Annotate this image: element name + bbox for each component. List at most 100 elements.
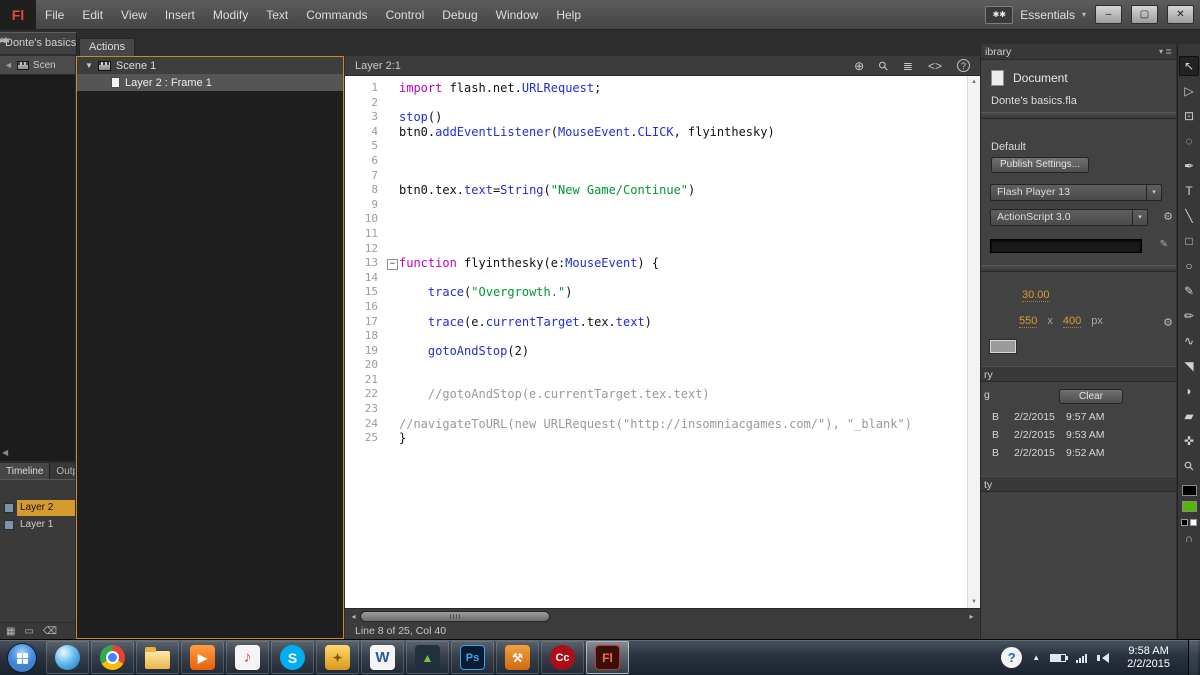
vertical-scrollbar[interactable]: ▲ ▼ — [967, 76, 980, 608]
code-line[interactable]: 9 — [345, 198, 967, 213]
snap-to-objects-icon[interactable]: ∩ — [1185, 533, 1193, 545]
volume-icon[interactable] — [1097, 652, 1110, 663]
code-line[interactable]: 3 stop() — [345, 110, 967, 125]
code-line[interactable]: 24 //navigateToURL(new URLRequest("http:/… — [345, 417, 967, 432]
new-folder-icon[interactable]: ▭ — [24, 626, 33, 637]
stage-width-value[interactable]: 550 — [1019, 315, 1038, 328]
insert-target-path-icon[interactable]: ⊕ — [854, 59, 864, 73]
code-line[interactable]: 5 — [345, 139, 967, 154]
new-layer-icon[interactable]: ▦ — [6, 626, 15, 637]
menu-file[interactable]: File — [36, 0, 73, 30]
pen-tool-icon[interactable]: ✒ — [1179, 156, 1199, 176]
taskbar-photo-viewer[interactable]: ▲ — [406, 641, 449, 674]
code-line[interactable]: 14 — [345, 271, 967, 286]
show-desktop-button[interactable] — [1188, 639, 1198, 675]
code-editor[interactable]: 1 import flash.net.URLRequest; 2 3 stop() 4 bt… — [345, 76, 980, 608]
scene-breadcrumb[interactable]: Scen — [33, 60, 56, 71]
fold-collapse-icon[interactable] — [385, 256, 399, 271]
zoom-tool-icon[interactable]: ⚲ — [1175, 452, 1200, 480]
code-line[interactable]: 2 — [345, 96, 967, 111]
code-line[interactable]: 4 btn0.addEventListener(MouseEvent.CLICK,… — [345, 125, 967, 140]
tree-item-frame[interactable]: Layer 2 : Frame 1 — [77, 74, 343, 91]
actions-panel-tab[interactable]: Actions — [79, 38, 136, 56]
brush-tool-icon[interactable]: ✏ — [1179, 306, 1199, 326]
taskbar-media-player[interactable]: ▶ — [181, 641, 224, 674]
code-line[interactable]: 10 — [345, 212, 967, 227]
taskbar-notes-app[interactable]: ✦ — [316, 641, 359, 674]
menu-modify[interactable]: Modify — [204, 0, 257, 30]
size-settings-icon[interactable]: ⚙ — [1163, 316, 1173, 329]
network-signal-icon[interactable] — [1076, 653, 1088, 663]
battery-icon[interactable] — [1050, 653, 1069, 662]
code-snippets-icon[interactable]: <> — [928, 59, 942, 73]
history-panel-tab[interactable]: ry — [981, 366, 1176, 382]
menu-view[interactable]: View — [112, 0, 156, 30]
taskbar-photoshop[interactable]: Ps — [451, 641, 494, 674]
code-line[interactable]: 21 — [345, 373, 967, 388]
publish-settings-button[interactable]: Publish Settings... — [991, 157, 1089, 173]
scroll-up-icon[interactable]: ▲ — [968, 79, 980, 85]
timeline-tab-outp[interactable]: Outp — [50, 463, 75, 479]
code-line[interactable]: 25} — [345, 431, 967, 446]
expand-dock-icon[interactable]: ▸▸ — [0, 35, 9, 46]
rectangle-tool-icon[interactable]: □ — [1179, 231, 1199, 251]
subselection-tool-icon[interactable]: ▷ — [1179, 81, 1199, 101]
stage-height-value[interactable]: 400 — [1062, 315, 1082, 328]
taskbar-internet-browser[interactable] — [46, 641, 89, 674]
workspace-switcher[interactable]: Essentials — [1020, 8, 1075, 22]
code-line[interactable]: 13 function flyinthesky(e:MouseEvent) { — [345, 256, 967, 271]
text-tool-icon[interactable]: T — [1179, 181, 1199, 201]
taskbar-skype[interactable]: S — [271, 641, 314, 674]
document-tab[interactable]: Donte's basics — [0, 32, 77, 54]
scroll-left-icon[interactable]: ◂ — [347, 612, 360, 621]
fps-value[interactable]: 30.00 — [1022, 289, 1050, 302]
back-arrow-icon[interactable]: ◄ — [4, 60, 13, 70]
close-button[interactable]: ✕ — [1167, 5, 1194, 24]
timeline-tab-timeline[interactable]: Timeline — [0, 463, 51, 479]
menu-window[interactable]: Window — [487, 0, 548, 30]
disclosure-triangle-icon[interactable]: ▼ — [85, 61, 93, 70]
pencil-tool-icon[interactable]: ✎ — [1179, 281, 1199, 301]
taskbar-itunes[interactable]: ♪ — [226, 641, 269, 674]
menu-help[interactable]: Help — [547, 0, 590, 30]
workspace-icon[interactable]: ✱✱ — [985, 5, 1014, 24]
minimize-button[interactable]: – — [1095, 5, 1122, 24]
taskbar-creative-cloud[interactable]: Cc — [541, 641, 584, 674]
actionscript-version-select[interactable]: ActionScript 3.0 ▾ — [990, 209, 1148, 226]
horizontal-scrollbar[interactable]: ◂ ▸ — [345, 608, 980, 623]
code-line[interactable]: 16 — [345, 300, 967, 315]
taskbar-chrome[interactable] — [91, 641, 134, 674]
tree-item-scene[interactable]: ▼ Scene 1 — [77, 57, 343, 74]
eyedropper-tool-icon[interactable]: ◗ — [1179, 381, 1199, 401]
menu-control[interactable]: Control — [377, 0, 434, 30]
collap sed-panel-tab[interactable]: ty — [981, 476, 1176, 492]
menu-commands[interactable]: Commands — [297, 0, 376, 30]
document-class-field[interactable] — [990, 239, 1142, 253]
code-line[interactable]: 20 — [345, 358, 967, 373]
hand-tool-icon[interactable]: ✜ — [1179, 431, 1199, 451]
help-tray-icon[interactable]: ? — [1001, 647, 1023, 668]
code-line[interactable]: 1 import flash.net.URLRequest; — [345, 81, 967, 96]
menu-edit[interactable]: Edit — [73, 0, 112, 30]
code-line[interactable]: 17 trace(e.currentTarget.tex.text) — [345, 315, 967, 330]
library-tab[interactable]: ibrary ▾ ≣ — [981, 44, 1176, 60]
line-tool-icon[interactable]: ╲ — [1179, 206, 1199, 226]
default-colors-control[interactable] — [1181, 519, 1197, 526]
oval-tool-icon[interactable]: ○ — [1179, 256, 1199, 276]
stage-color-swatch[interactable] — [989, 339, 1017, 354]
stroke-color-swatch[interactable] — [1181, 485, 1197, 496]
stage-pasteboard[interactable] — [0, 75, 75, 461]
code-line[interactable]: 23 — [345, 402, 967, 417]
taskbar-flash-professional[interactable]: Fl — [586, 641, 629, 674]
restore-button[interactable]: ▢ — [1131, 5, 1158, 24]
taskbar-utility-app[interactable]: ⚒ — [496, 641, 539, 674]
taskbar-file-explorer[interactable] — [136, 641, 179, 674]
code-line[interactable]: 15 trace("Overgrowth.") — [345, 285, 967, 300]
history-clear-button[interactable]: Clear — [1059, 389, 1123, 404]
code-line[interactable]: 6 — [345, 154, 967, 169]
find-icon[interactable]: ⚲ — [875, 57, 891, 73]
history-entry[interactable]: B 2/2/2015 9:53 AM — [981, 426, 1176, 444]
help-icon[interactable]: ? — [957, 59, 970, 72]
taskbar-clock[interactable]: 9:58 AM 2/2/2015 — [1119, 645, 1178, 671]
code-line[interactable]: 18 — [345, 329, 967, 344]
